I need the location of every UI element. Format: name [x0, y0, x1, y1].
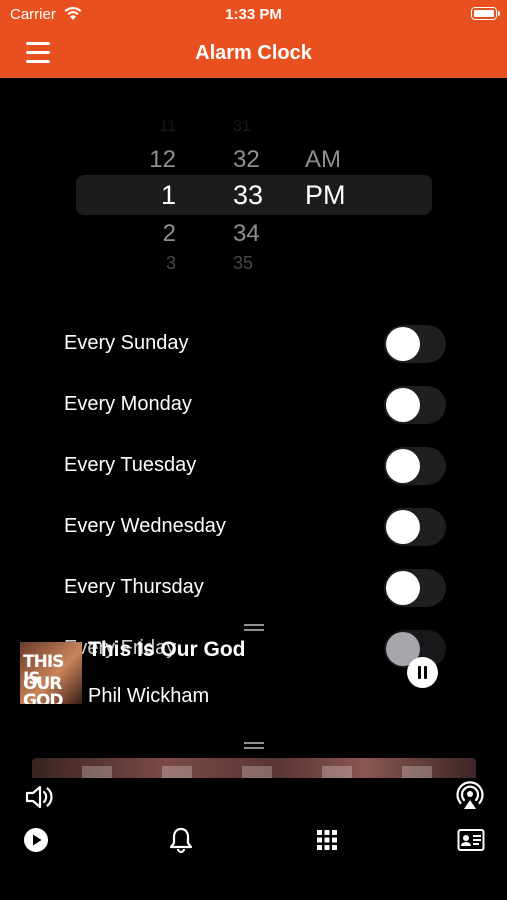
picker-minute-option[interactable]: 34 — [233, 220, 260, 248]
picker-period-option[interactable]: AM — [305, 146, 341, 174]
grid-icon[interactable] — [312, 825, 342, 855]
airplay-icon[interactable] — [455, 781, 485, 811]
speaker-icon[interactable] — [24, 782, 54, 812]
alarm-label: Every Monday — [64, 393, 192, 415]
picker-hour-option[interactable]: 2 — [163, 220, 176, 248]
artwork-preview — [32, 758, 476, 778]
track-artist: Phil Wickham — [88, 685, 210, 707]
drag-handle-icon[interactable] — [244, 742, 264, 749]
toggle-knob — [386, 327, 420, 361]
bell-icon[interactable] — [166, 825, 196, 855]
mini-player[interactable]: THIS IS OUR GOD This Is Our God Phil Wic… — [0, 618, 507, 749]
toggle-knob — [386, 388, 420, 422]
toggle-knob — [386, 510, 420, 544]
toggle-knob — [386, 449, 420, 483]
picker-minute-option[interactable]: 31 — [233, 118, 251, 136]
play-circle-icon[interactable] — [21, 825, 51, 855]
toggle-knob — [386, 571, 420, 605]
track-title: This Is Our God — [88, 638, 246, 661]
picker-hour-option[interactable]: 12 — [149, 146, 176, 174]
alarm-row-wednesday: Every Wednesday — [0, 495, 507, 555]
alarm-label: Every Thursday — [64, 576, 204, 598]
time-picker[interactable]: 11 12 1 2 3 31 32 33 34 35 AM PM — [0, 110, 507, 280]
status-time: 1:33 PM — [225, 6, 282, 23]
picker-hour-option[interactable]: 3 — [166, 253, 176, 274]
page-title: Alarm Clock — [195, 42, 312, 64]
battery-icon — [471, 7, 500, 20]
alarm-toggle[interactable] — [384, 508, 446, 546]
drag-handle-icon[interactable] — [244, 624, 264, 631]
alarm-toggle[interactable] — [384, 386, 446, 424]
album-cover: THIS IS OUR GOD — [20, 642, 82, 704]
alarm-row-tuesday: Every Tuesday — [0, 434, 507, 494]
alarm-toggle[interactable] — [384, 569, 446, 607]
picker-minute-option[interactable]: 35 — [233, 253, 253, 274]
alarm-label: Every Sunday — [64, 332, 189, 354]
picker-minute-selected[interactable]: 33 — [233, 180, 263, 211]
alarm-row-sunday: Every Sunday — [0, 312, 507, 372]
alarm-row-thursday: Every Thursday — [0, 556, 507, 616]
picker-period-selected[interactable]: PM — [305, 180, 346, 211]
picker-minute-option[interactable]: 32 — [233, 146, 260, 174]
contact-card-icon[interactable] — [456, 825, 486, 855]
bottom-bar — [0, 778, 507, 900]
alarm-toggle[interactable] — [384, 447, 446, 485]
alarm-row-monday: Every Monday — [0, 373, 507, 433]
picker-hour-selected[interactable]: 1 — [161, 180, 176, 211]
status-bar: Carrier 1:33 PM — [0, 0, 507, 30]
nav-bar: Alarm Clock — [0, 30, 507, 78]
alarm-toggle[interactable] — [384, 325, 446, 363]
pause-button[interactable] — [407, 657, 438, 688]
alarm-label: Every Wednesday — [64, 515, 226, 537]
alarm-label: Every Tuesday — [64, 454, 197, 476]
picker-hour-option[interactable]: 11 — [159, 118, 176, 136]
